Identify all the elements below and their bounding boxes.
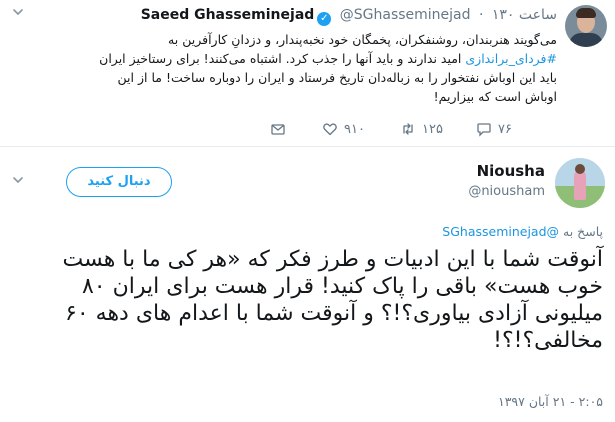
quoted-author-avatar[interactable]: [565, 5, 607, 47]
reply-to-mention[interactable]: @SGhasseminejad: [442, 224, 559, 239]
direct-message-button[interactable]: [270, 118, 292, 140]
retweet-count: ۱۲۵: [422, 121, 443, 137]
main-author-avatar[interactable]: [555, 158, 605, 208]
follow-button[interactable]: دنبال کنید: [66, 167, 172, 197]
reply-to-prefix: پاسخ به: [559, 224, 603, 239]
reply-icon: [476, 121, 492, 137]
verified-badge-icon: ✓: [317, 12, 332, 26]
quoted-author-name[interactable]: Saeed Ghasseminejad: [141, 7, 315, 23]
hashtag-link[interactable]: #فردای_براندازی: [465, 51, 557, 66]
quoted-tweet-header: Saeed Ghasseminejad ✓ @SGhasseminejad · ۱…: [141, 6, 557, 26]
like-button[interactable]: ۹۱۰: [322, 118, 365, 140]
quoted-tweet[interactable]: Saeed Ghasseminejad ✓ @SGhasseminejad · ۱…: [0, 0, 615, 147]
quoted-separator: ·: [478, 7, 484, 23]
like-count: ۹۱۰: [344, 121, 365, 137]
reply-to-line: پاسخ به @SGhasseminejad: [442, 224, 603, 239]
chevron-down-icon[interactable]: [10, 6, 26, 22]
retweet-button[interactable]: ۱۲۵: [400, 118, 443, 140]
reply-count: ۷۶: [498, 121, 512, 137]
main-tweet-header: Niousha @niousham دنبال کنید: [0, 150, 615, 208]
reply-button[interactable]: ۷۶: [476, 118, 512, 140]
chevron-down-icon[interactable]: [10, 174, 26, 190]
tweet-timestamp[interactable]: ۲:۰۵ - ۲۱ آبان ۱۳۹۷: [498, 394, 603, 409]
quoted-tweet-text: می‌گویند هنربندان، روشنفکران، پخمگان خود…: [87, 30, 557, 106]
envelope-icon: [270, 121, 286, 137]
main-author-name[interactable]: Niousha: [477, 162, 545, 180]
main-tweet-text: آنوقت شما با این ادبیات و طرز فکر که «هر…: [62, 247, 603, 353]
retweet-icon: [400, 121, 416, 137]
main-author-handle[interactable]: @niousham: [468, 184, 545, 199]
quoted-tweet-time[interactable]: ۱۳۰ ساعت: [492, 7, 557, 23]
quoted-text-part1: می‌گویند هنربندان، روشنفکران، پخمگان خود…: [168, 32, 557, 47]
heart-icon: [322, 121, 338, 137]
quoted-author-handle[interactable]: @SGhasseminejad: [340, 7, 471, 23]
quoted-tweet-actions: ۷۶ ۱۲۵ ۹۱۰: [0, 118, 615, 140]
